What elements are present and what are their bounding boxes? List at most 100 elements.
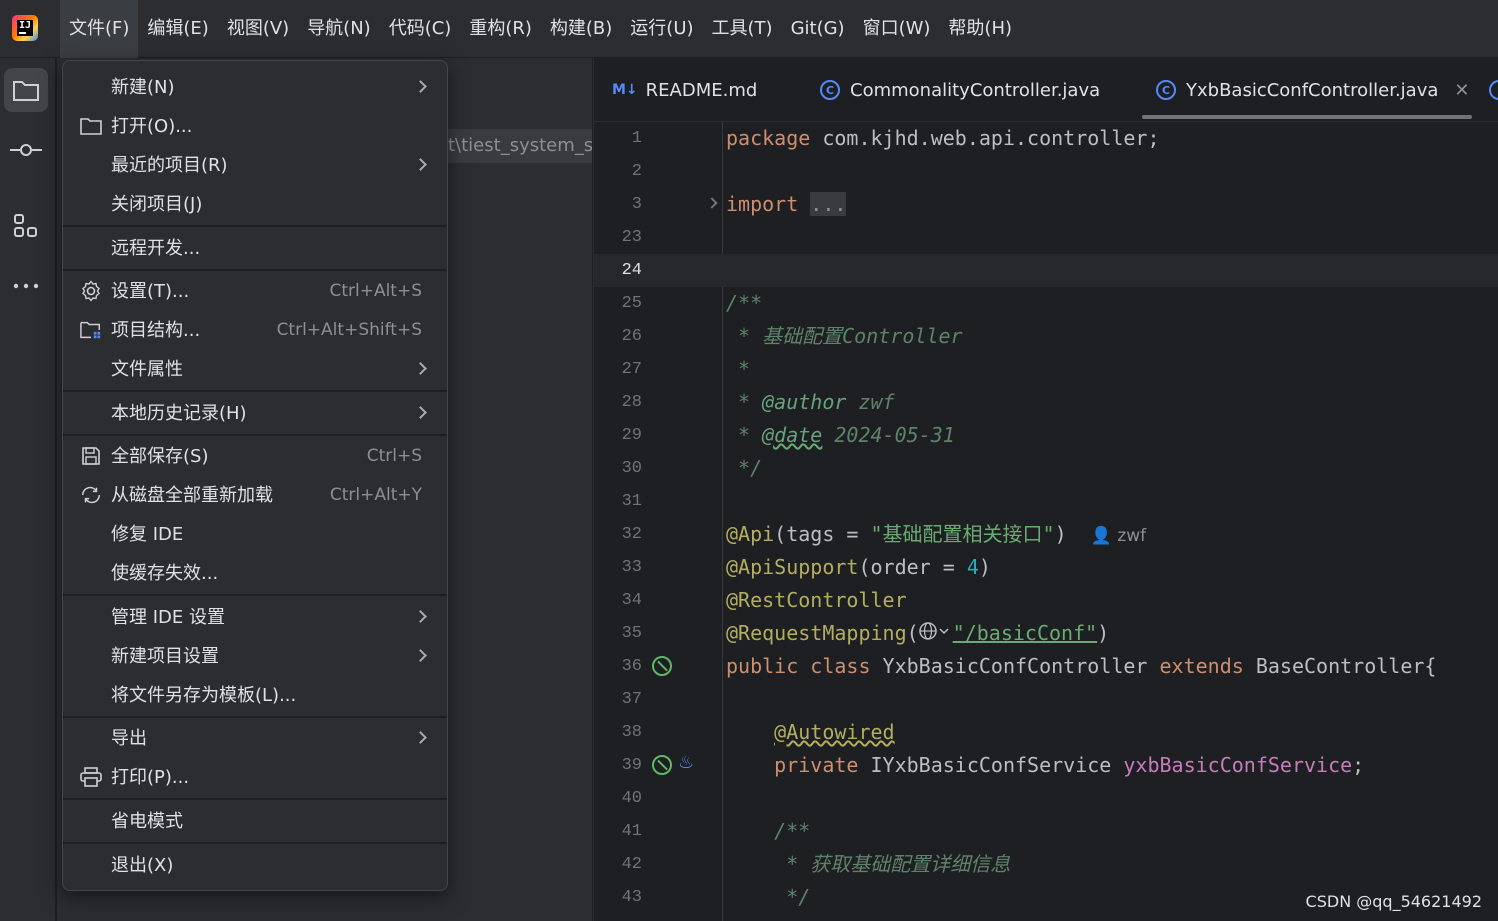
menu-refactor[interactable]: 重构(R)	[460, 0, 541, 58]
java-icon[interactable]: ♨	[678, 752, 694, 773]
menu-file[interactable]: 文件(F)	[60, 0, 139, 58]
menu-item-print[interactable]: 打印(P)...	[63, 758, 447, 797]
code-line[interactable]: 41 /**	[594, 815, 1498, 848]
bean-icon[interactable]	[652, 656, 672, 676]
menu-item-save-all[interactable]: 全部保存(S) Ctrl+S	[63, 437, 447, 476]
menu-item-label: 最近的项目(R)	[111, 155, 228, 176]
menu-item-reload-all[interactable]: 从磁盘全部重新加载 Ctrl+Alt+Y	[63, 476, 447, 515]
tab-commonality-controller[interactable]: C CommonalityController.java	[820, 58, 1100, 122]
line-number: 40	[621, 789, 642, 808]
menu-item-label: 项目结构...	[111, 320, 201, 341]
menu-item-label: 关闭项目(J)	[111, 194, 203, 215]
code-line[interactable]: 35 @RequestMapping("/basicConf")	[594, 617, 1498, 650]
menu-item-exit[interactable]: 退出(X)	[63, 846, 447, 885]
more-tools-button[interactable]	[4, 264, 48, 308]
code-token: IYxbBasicConfService	[858, 753, 1124, 777]
menu-item-repair-ide[interactable]: 修复 IDE	[63, 515, 447, 554]
tab-yxb-basic-conf-controller[interactable]: C YxbBasicConfController.java ✕	[1156, 58, 1469, 122]
code-line[interactable]: 27 *	[594, 353, 1498, 386]
code-line[interactable]: 30 */	[594, 452, 1498, 485]
menu-item-file-properties[interactable]: 文件属性	[63, 350, 447, 389]
commit-tool-button[interactable]	[4, 128, 48, 172]
project-structure-icon	[80, 319, 102, 341]
menu-item-label: 全部保存(S)	[111, 446, 209, 467]
menu-item-close-project[interactable]: 关闭项目(J)	[63, 185, 447, 224]
menu-item-local-history[interactable]: 本地历史记录(H)	[63, 394, 447, 433]
project-root-path[interactable]: t\tiest_system_se	[448, 129, 592, 163]
code-line[interactable]: 25 /**	[594, 287, 1498, 320]
intellij-logo-icon[interactable]: IJ	[12, 15, 38, 41]
code-line[interactable]: 28 * @author zwf	[594, 386, 1498, 419]
project-tool-button[interactable]	[4, 68, 48, 112]
menu-item-export[interactable]: 导出	[63, 719, 447, 758]
menu-view[interactable]: 视图(V)	[218, 0, 298, 58]
code-line[interactable]: 38 @Autowired	[594, 716, 1498, 749]
close-icon[interactable]: ✕	[1454, 80, 1469, 101]
code-token: @Api	[726, 522, 775, 546]
structure-tool-button[interactable]	[4, 204, 48, 248]
code-line[interactable]: 33 @ApiSupport(order = 4)	[594, 551, 1498, 584]
code-line[interactable]: 23	[594, 221, 1498, 254]
code-token: zwf	[846, 390, 895, 414]
line-number: 28	[621, 393, 642, 412]
code-line[interactable]: 2	[594, 155, 1498, 188]
code-line-current[interactable]: 24	[594, 254, 1498, 287]
code-token: extends	[1159, 654, 1244, 678]
bean-icon[interactable]	[652, 755, 672, 775]
line-number: 30	[621, 459, 642, 478]
menu-help[interactable]: 帮助(H)	[939, 0, 1021, 58]
menu-item-recent-projects[interactable]: 最近的项目(R)	[63, 146, 447, 185]
menu-code[interactable]: 代码(C)	[380, 0, 461, 58]
code-token: @ApiSupport	[726, 555, 859, 579]
menu-git[interactable]: Git(G)	[782, 0, 854, 58]
menu-window[interactable]: 窗口(W)	[854, 0, 940, 58]
menu-item-power-save[interactable]: 省电模式	[63, 802, 447, 841]
title-bar: IJ 文件(F) 编辑(E) 视图(V) 导航(N) 代码(C) 重构(R) 构…	[0, 0, 1498, 58]
menu-navigate[interactable]: 导航(N)	[298, 0, 380, 58]
author-inlay-hint[interactable]: 👤 zwf	[1091, 526, 1146, 546]
menu-item-invalidate-caches[interactable]: 使缓存失效...	[63, 554, 447, 593]
fold-expand-icon[interactable]	[706, 197, 718, 209]
code-token: @RestController	[726, 588, 907, 612]
menu-build[interactable]: 构建(B)	[541, 0, 621, 58]
tab-readme[interactable]: M↓ README.md	[612, 58, 757, 122]
menu-run[interactable]: 运行(U)	[621, 0, 702, 58]
markdown-icon: M↓	[612, 82, 638, 98]
chevron-right-icon	[414, 610, 427, 623]
code-line[interactable]: 32 @Api(tags = "基础配置相关接口") 👤 zwf	[594, 518, 1498, 551]
code-line[interactable]: 42 * 获取基础配置详细信息	[594, 848, 1498, 881]
line-number: 42	[621, 855, 642, 874]
menu-item-manage-ide-settings[interactable]: 管理 IDE 设置	[63, 598, 447, 637]
folder-icon	[13, 81, 39, 101]
java-class-icon	[1489, 80, 1498, 100]
menu-edit[interactable]: 编辑(E)	[138, 0, 217, 58]
code-token: )	[1054, 522, 1067, 546]
menu-separator	[63, 390, 447, 392]
code-line[interactable]: 40	[594, 782, 1498, 815]
folded-imports[interactable]: ...	[810, 192, 847, 216]
line-number: 23	[621, 228, 642, 247]
menu-item-save-as-template[interactable]: 将文件另存为模板(L)...	[63, 676, 447, 715]
menu-item-open[interactable]: 打开(O)...	[63, 107, 447, 146]
menu-item-new-project-settings[interactable]: 新建项目设置	[63, 637, 447, 676]
code-line[interactable]: 34 @RestController	[594, 584, 1498, 617]
code-token: com.kjhd.web.api.controller;	[810, 126, 1160, 150]
code-token: )	[978, 555, 991, 579]
menu-item-remote-dev[interactable]: 远程开发...	[63, 229, 447, 268]
tab-overflow[interactable]	[1489, 58, 1498, 122]
menu-item-shortcut: Ctrl+Alt+S	[329, 281, 422, 301]
commit-icon	[10, 144, 42, 156]
code-line[interactable]: 36 public class YxbBasicConfController e…	[594, 650, 1498, 683]
menu-tools[interactable]: 工具(T)	[703, 0, 782, 58]
code-line[interactable]: 39 ♨ private IYxbBasicConfService yxbBas…	[594, 749, 1498, 782]
code-line[interactable]: 1 package com.kjhd.web.api.controller;	[594, 122, 1498, 155]
menu-item-project-structure[interactable]: 项目结构... Ctrl+Alt+Shift+S	[63, 311, 447, 350]
globe-icon[interactable]	[918, 618, 953, 651]
code-line[interactable]: 37	[594, 683, 1498, 716]
menu-item-new[interactable]: 新建(N)	[63, 68, 447, 107]
code-line[interactable]: 29 * @date 2024-05-31	[594, 419, 1498, 452]
code-line[interactable]: 31	[594, 485, 1498, 518]
menu-item-settings[interactable]: 设置(T)... Ctrl+Alt+S	[63, 272, 447, 311]
code-line[interactable]: 26 * 基础配置Controller	[594, 320, 1498, 353]
code-line[interactable]: 3 import ...	[594, 188, 1498, 221]
